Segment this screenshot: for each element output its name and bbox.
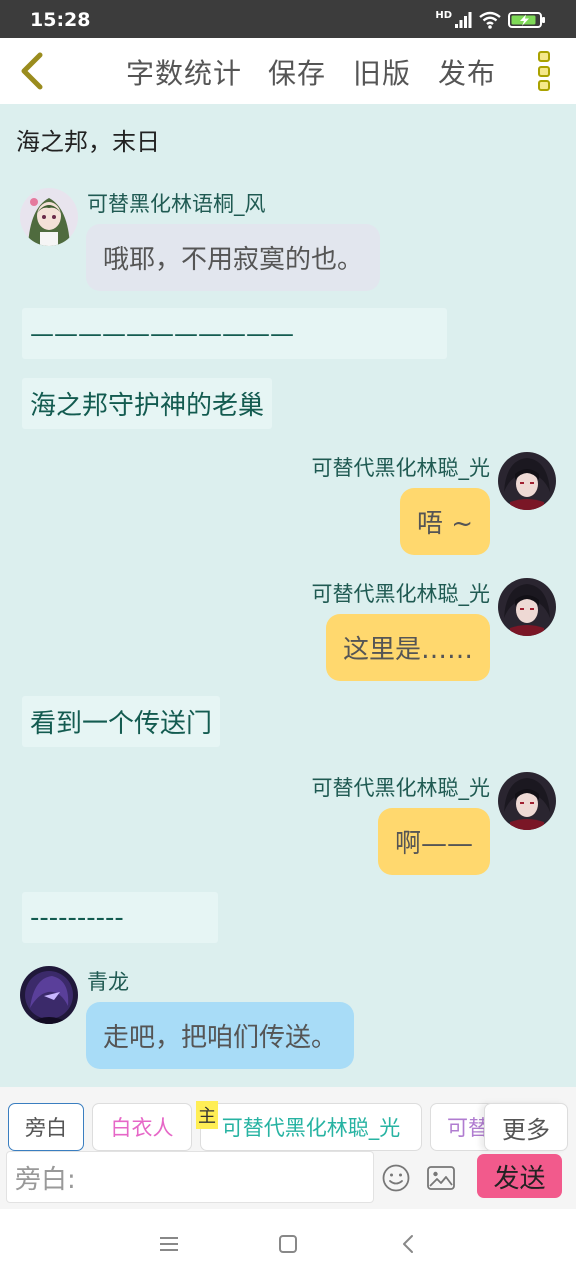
avatar-girl-icon [20,188,78,246]
avatar[interactable] [498,772,556,830]
narration-divider[interactable]: ——————————— [22,308,447,359]
message-bubble[interactable]: 这里是…… [325,614,490,681]
avatar[interactable] [20,966,78,1024]
avatar[interactable] [498,578,556,636]
avatar[interactable] [498,452,556,510]
avatar-dark-icon [20,966,78,1024]
send-button[interactable]: 发送 [477,1154,562,1198]
wifi-icon [479,11,501,29]
main-role-badge: 主 [196,1101,218,1129]
home-button[interactable] [277,1233,299,1259]
input-placeholder: 旁白: [15,1164,76,1195]
signal-icon [455,12,472,28]
back-button[interactable] [8,46,56,96]
more-dot-icon [538,80,550,91]
word-count-button[interactable]: 字数统计 [126,52,242,92]
role-chip-narrator[interactable]: 旁白 [8,1103,84,1151]
composer-panel: 旁白 白衣人 可替代黑化林聪_光 主 可替 更多 旁白: 发送 [0,1087,576,1209]
avatar-boy-icon [498,772,556,830]
chip-label: 可替 [447,1116,489,1140]
role-chip-main[interactable]: 可替代黑化林聪_光 [200,1103,422,1151]
message-bubble[interactable]: 唔 ~ [399,488,490,555]
image-icon [427,1166,455,1190]
more-dot-icon [538,51,550,62]
chip-label: 白衣人 [110,1116,174,1140]
save-button[interactable]: 保存 [268,52,326,92]
system-nav-bar [0,1209,576,1280]
narration-bubble[interactable]: 看到一个传送门 [22,696,221,747]
message-sender: 可替代黑化林聪_光 [311,776,491,800]
narration-bubble[interactable]: 海之邦守护神的老巢 [22,378,273,429]
role-chip[interactable]: 白衣人 [92,1103,192,1151]
image-button[interactable] [426,1165,456,1195]
battery-icon [508,12,545,28]
message-bubble[interactable]: 哦耶，不用寂寞的也。 [86,224,381,291]
status-bar: 15:28 HD [0,0,576,38]
more-label: 更多 [502,1115,550,1144]
message-bubble[interactable]: 啊—— [377,808,490,875]
message-bubble[interactable]: 走吧，把咱们传送。 [86,1002,355,1069]
old-version-button[interactable]: 旧版 [353,52,411,92]
chip-label: 可替代黑化林聪_光 [221,1116,401,1140]
status-time: 15:28 [30,9,91,31]
publish-button[interactable]: 发布 [438,52,496,92]
chip-label: 旁白 [25,1116,67,1140]
emoji-icon [382,1164,410,1192]
message-input[interactable]: 旁白: [6,1151,374,1203]
more-menu-button[interactable] [526,48,562,94]
menu-button[interactable] [158,1233,180,1259]
avatar-boy-icon [498,578,556,636]
message-sender: 可替黑化林语桐_风 [87,192,266,216]
chevron-left-icon [21,52,43,90]
system-back-button[interactable] [398,1233,420,1259]
network-label: HD [435,10,452,21]
emoji-button[interactable] [381,1163,411,1197]
message-sender: 可替代黑化林聪_光 [311,456,491,480]
chevron-left-icon [403,1235,413,1253]
more-roles-button[interactable]: 更多 [484,1103,568,1151]
top-nav: 字数统计 保存 旧版 发布 [0,38,576,104]
status-icons: HD [435,8,546,32]
send-label: 发送 [493,1163,546,1194]
page-title[interactable]: 海之邦，末日 [16,122,160,157]
avatar-boy-icon [498,452,556,510]
message-sender: 可替代黑化林聪_光 [311,582,491,606]
menu-icon [160,1237,178,1251]
message-sender: 青龙 [87,970,129,994]
chat-content: 海之邦，末日 可替黑化林语桐_风 哦耶，不用寂寞的也。 ——————————— … [0,104,576,1084]
narration-text: ——————————— [30,319,294,348]
more-dot-icon [538,65,550,77]
avatar[interactable] [20,188,78,246]
home-square-icon [279,1235,297,1253]
narration-bubble[interactable]: ---------- [22,892,218,943]
